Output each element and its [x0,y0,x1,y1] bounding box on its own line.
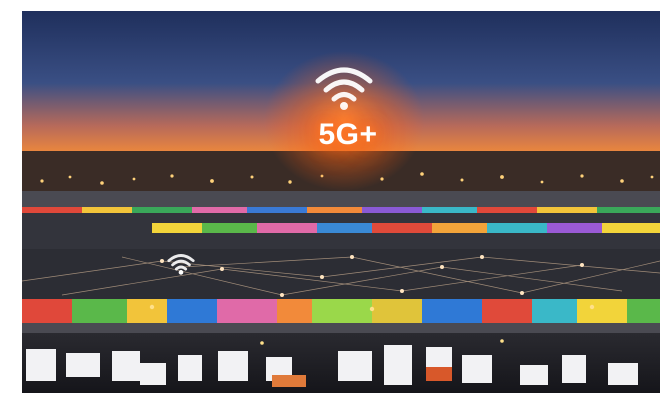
wifi-icon [167,254,195,275]
wifi-icon [315,67,373,110]
5g-plus-badge: 5G+ [318,118,378,151]
market-night-photo [22,11,660,393]
